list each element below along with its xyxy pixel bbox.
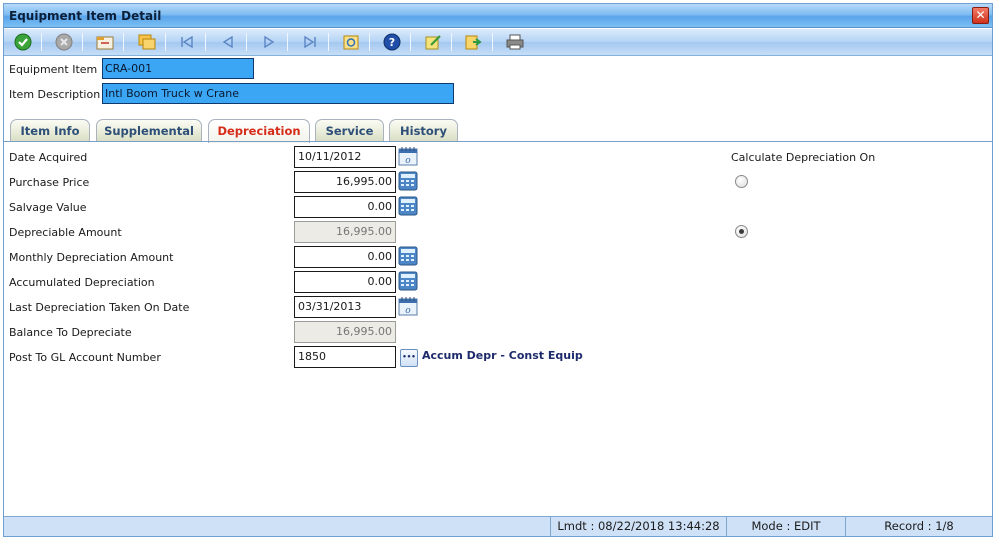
help-icon[interactable]: ? [381, 32, 403, 52]
last-depreciation-date-field[interactable]: 03/31/2013 [294, 296, 396, 318]
calculate-depreciation-label: Calculate Depreciation On [731, 151, 876, 164]
gl-account-description: Accum Depr - Const Equip [422, 349, 583, 362]
svg-text:?: ? [389, 36, 395, 49]
calculator-icon[interactable] [398, 246, 418, 266]
salvage-value-label: Salvage Value [9, 201, 87, 214]
copy-folders-icon[interactable] [136, 32, 158, 52]
gl-account-field[interactable]: 1850 [294, 346, 396, 368]
close-button[interactable]: ✕ [972, 7, 989, 24]
notes-icon[interactable] [422, 32, 444, 52]
previous-record-icon[interactable] [217, 32, 239, 52]
print-icon[interactable] [504, 32, 526, 52]
equipment-item-field[interactable]: CRA-001 [102, 58, 254, 79]
lookup-button[interactable]: ••• [400, 349, 418, 367]
salvage-value-field[interactable]: 0.00 [294, 196, 396, 218]
gl-account-label: Post To GL Account Number [9, 351, 161, 364]
toolbar: ? [4, 29, 992, 56]
tab-divider [4, 141, 992, 142]
calendar-icon[interactable]: o [398, 146, 418, 166]
tab-depreciation[interactable]: Depreciation [208, 119, 310, 143]
purchase-price-label: Purchase Price [9, 176, 90, 189]
save-check-icon[interactable] [12, 32, 34, 52]
balance-to-depreciate-label: Balance To Depreciate [9, 326, 132, 339]
tab-supplemental[interactable]: Supplemental [96, 119, 202, 142]
calendar-icon[interactable]: o [398, 296, 418, 316]
accumulated-depreciation-label: Accumulated Depreciation [9, 276, 155, 289]
calculate-on-option-1-radio[interactable] [735, 175, 748, 188]
tab-item-info[interactable]: Item Info [10, 119, 90, 142]
next-record-icon[interactable] [258, 32, 280, 52]
tab-service[interactable]: Service [315, 119, 384, 142]
accumulated-depreciation-field[interactable]: 0.00 [294, 271, 396, 293]
depreciable-amount-field: 16,995.00 [294, 221, 396, 243]
last-depreciation-date-label: Last Depreciation Taken On Date [9, 301, 190, 314]
item-description-label: Item Description [9, 88, 101, 101]
mode-status: Mode : EDIT [726, 517, 845, 537]
svg-text:o: o [405, 156, 411, 166]
date-acquired-field[interactable]: 10/11/2012 [294, 146, 396, 168]
last-record-icon[interactable] [299, 32, 321, 52]
refresh-icon[interactable] [340, 32, 362, 52]
tab-history[interactable]: History [389, 119, 458, 142]
equipment-item-label: Equipment Item [9, 63, 98, 76]
monthly-depreciation-field[interactable]: 0.00 [294, 246, 396, 268]
window-title: Equipment Item Detail [9, 9, 162, 23]
balance-to-depreciate-field: 16,995.00 [294, 321, 396, 343]
open-folder-icon[interactable] [94, 32, 116, 52]
first-record-icon[interactable] [176, 32, 198, 52]
depreciable-amount-label: Depreciable Amount [9, 226, 122, 239]
monthly-depreciation-label: Monthly Depreciation Amount [9, 251, 174, 264]
record-status: Record : 1/8 [845, 517, 992, 537]
calculator-icon[interactable] [398, 196, 418, 216]
export-icon[interactable] [463, 32, 485, 52]
svg-text:o: o [405, 306, 411, 316]
cancel-icon[interactable] [53, 32, 75, 52]
date-acquired-label: Date Acquired [9, 151, 88, 164]
calculator-icon[interactable] [398, 171, 418, 191]
item-description-field[interactable]: Intl Boom Truck w Crane [102, 83, 454, 104]
title-bar: Equipment Item Detail ✕ [4, 4, 992, 28]
calculator-icon[interactable] [398, 271, 418, 291]
last-modified-status: Lmdt : 08/22/2018 13:44:28 [550, 517, 726, 537]
calculate-on-option-2-radio[interactable] [735, 225, 748, 238]
equipment-item-detail-window: Equipment Item Detail ✕ ? Equipment Item… [3, 3, 993, 537]
purchase-price-field[interactable]: 16,995.00 [294, 171, 396, 193]
status-bar: Lmdt : 08/22/2018 13:44:28 Mode : EDIT R… [4, 516, 992, 537]
